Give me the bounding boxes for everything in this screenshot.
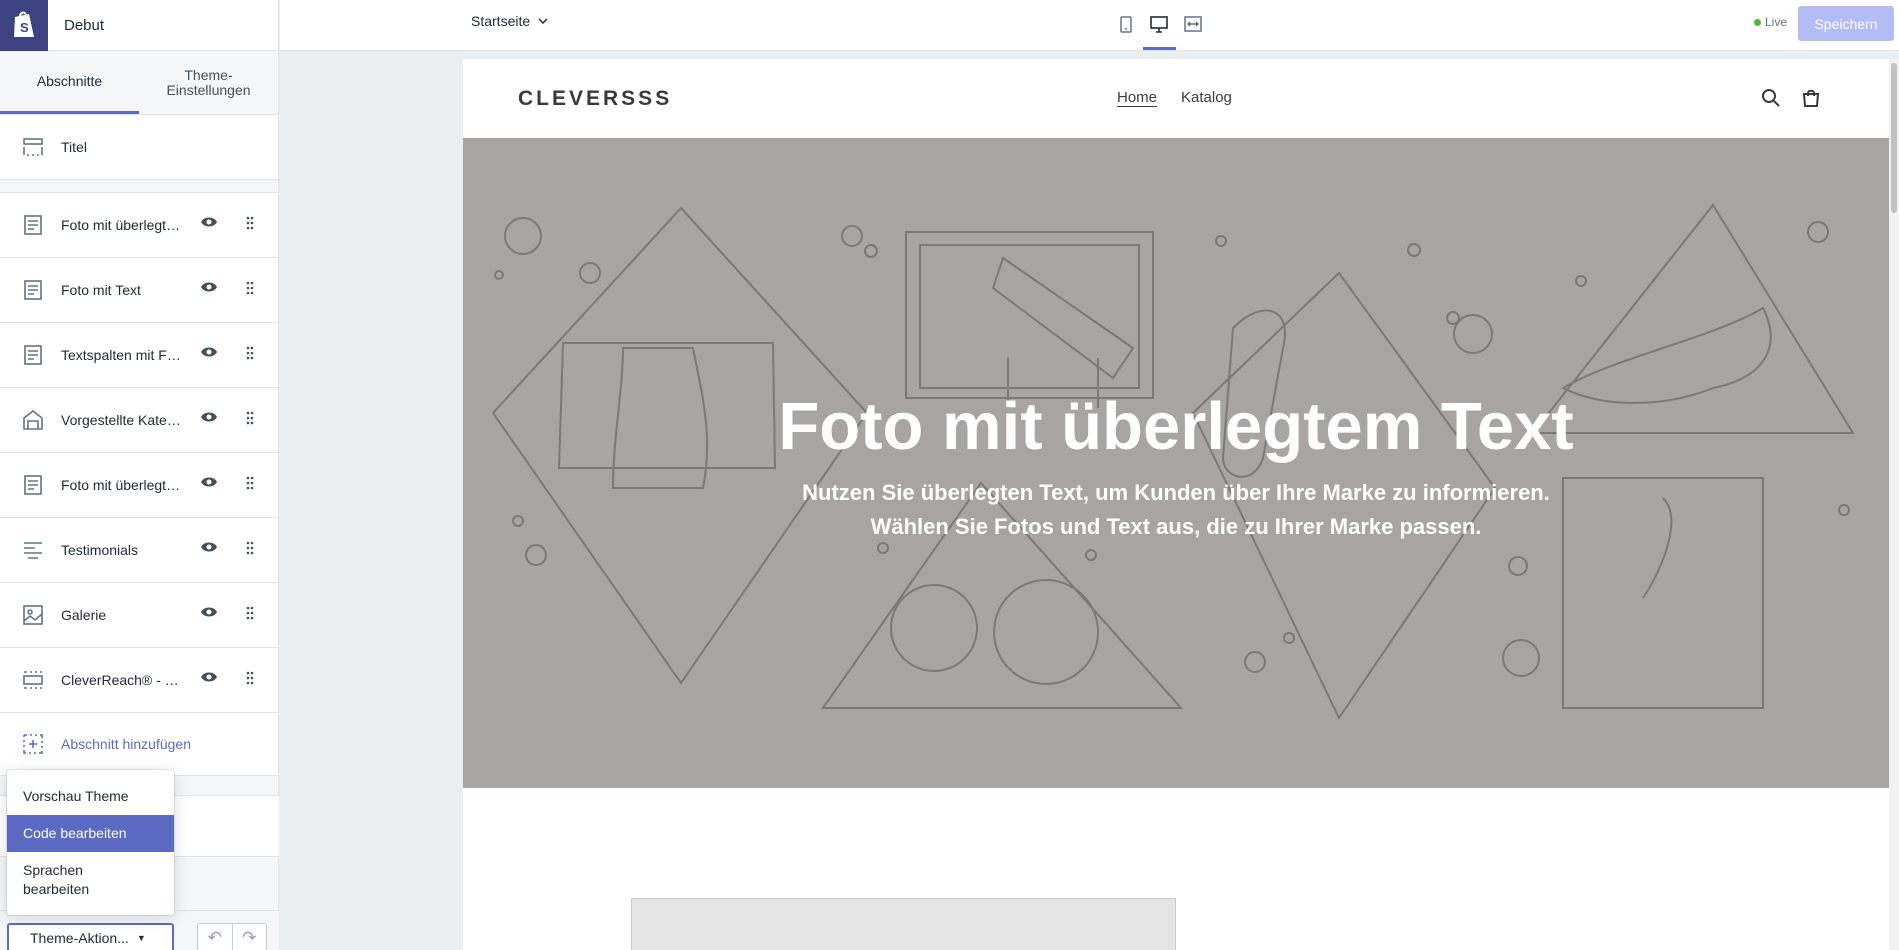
live-status-label: Live: [1765, 15, 1788, 29]
live-status: Live: [1754, 15, 1787, 29]
sidebar-item-label: Textspalten mit Fotos: [61, 347, 186, 363]
sidebar-item-label: Foto mit überlegtem Text: [61, 477, 186, 493]
text-block-icon: [20, 345, 46, 365]
visibility-eye-icon[interactable]: [200, 670, 218, 688]
header-section-icon: [20, 138, 46, 156]
sidebar-section-item[interactable]: Foto mit überlegtem Text: [0, 193, 278, 258]
storefront-preview: CLEVERSSS Home Katalog Foto mit überlegt…: [463, 59, 1889, 950]
drag-handle-icon[interactable]: [246, 476, 254, 495]
preview-scrollbar[interactable]: [1889, 59, 1899, 950]
redo-icon[interactable]: ↷: [231, 924, 267, 950]
footer-section-icon: [20, 671, 46, 689]
add-section-button[interactable]: Abschnitt hinzufügen: [0, 713, 278, 776]
menu-item-preview-theme[interactable]: Vorschau Theme: [7, 778, 174, 815]
scrollbar-thumb[interactable]: [1891, 63, 1897, 213]
drag-handle-icon[interactable]: [246, 216, 254, 235]
shop-nav: Home Katalog: [1117, 89, 1232, 106]
desktop-view-icon[interactable]: [1148, 13, 1170, 35]
undo-icon[interactable]: ↶: [198, 924, 232, 950]
sidebar-section-item[interactable]: Testimonials: [0, 518, 278, 583]
sidebar-section-item[interactable]: CleverReach® - Signup: [0, 648, 278, 713]
visibility-eye-icon[interactable]: [200, 345, 218, 363]
tab-theme-settings-label: Theme- Einstellungen: [166, 66, 251, 98]
divider: [0, 180, 278, 193]
visibility-eye-icon[interactable]: [200, 215, 218, 233]
nav-home[interactable]: Home: [1117, 89, 1157, 106]
visibility-eye-icon[interactable]: [200, 605, 218, 623]
sidebar-item-label: Vorgestellte Kategorie: [61, 412, 186, 428]
testimonials-icon: [20, 541, 46, 559]
page-selector[interactable]: Startseite: [471, 13, 548, 29]
fullwidth-view-icon[interactable]: [1182, 13, 1204, 35]
sidebar-item-label: Testimonials: [61, 542, 139, 558]
sidebar-section-item[interactable]: Textspalten mit Fotos: [0, 323, 278, 388]
theme-actions-label: Theme-Aktion...: [30, 930, 129, 946]
sidebar-section-item[interactable]: Galerie: [0, 583, 278, 648]
nav-catalog[interactable]: Katalog: [1181, 89, 1232, 106]
hero-subtitle-line: Nutzen Sie überlegten Text, um Kunden üb…: [802, 480, 1550, 505]
sidebar-section-item[interactable]: Foto mit Text: [0, 258, 278, 323]
menu-item-edit-languages[interactable]: Sprachen bearbeiten: [7, 852, 174, 908]
active-view-indicator: [1143, 47, 1176, 50]
theme-name: Debut: [64, 16, 105, 34]
drag-handle-icon[interactable]: [246, 541, 254, 560]
tab-sections-label: Abschnitte: [36, 72, 103, 89]
theme-actions-dropdown: Vorschau Theme Code bearbeiten Sprachen …: [7, 770, 174, 915]
menu-item-edit-code[interactable]: Code bearbeiten: [7, 815, 174, 852]
text-block-icon: [20, 475, 46, 495]
save-button[interactable]: Speichern: [1798, 6, 1894, 41]
visibility-eye-icon[interactable]: [200, 280, 218, 298]
sidebar-item-label: Titel: [61, 139, 87, 155]
shop-logo[interactable]: CLEVERSSS: [518, 87, 672, 111]
theme-actions-button[interactable]: Theme-Aktion... ▼: [7, 923, 174, 950]
shopify-logo-icon[interactable]: S: [0, 0, 48, 51]
sidebar-section-item[interactable]: Foto mit überlegtem Text: [0, 453, 278, 518]
mobile-view-icon[interactable]: [1115, 13, 1137, 35]
chevron-down-icon: [538, 17, 548, 24]
sidebar-item-label: Foto mit Text: [61, 282, 141, 298]
drag-handle-icon[interactable]: [246, 671, 254, 690]
text-block-icon: [20, 215, 46, 235]
tab-theme-settings[interactable]: Theme- Einstellungen: [139, 51, 278, 114]
sidebar-tabs: Abschnitte Theme- Einstellungen: [0, 51, 278, 115]
image-placeholder: [631, 898, 1176, 950]
sidebar-section-item[interactable]: Vorgestellte Kategorie: [0, 388, 278, 453]
brand-bar: S Debut: [0, 0, 278, 51]
drag-handle-icon[interactable]: [246, 346, 254, 365]
drag-handle-icon[interactable]: [246, 606, 254, 625]
tab-sections[interactable]: Abschnitte: [0, 51, 139, 114]
status-dot-icon: [1754, 18, 1761, 26]
visibility-eye-icon[interactable]: [200, 540, 218, 558]
sidebar-item-label: Galerie: [61, 607, 107, 623]
hero-title: Foto mit überlegtem Text: [778, 389, 1574, 464]
hero-subtitle: Nutzen Sie überlegten Text, um Kunden üb…: [463, 476, 1889, 544]
search-icon[interactable]: [1761, 88, 1781, 108]
sidebar-item-label: Foto mit überlegtem Text: [61, 217, 186, 233]
image-icon: [20, 605, 46, 625]
drag-handle-icon[interactable]: [246, 411, 254, 430]
page-selector-label: Startseite: [471, 13, 531, 29]
top-bar: Startseite Live Speichern: [280, 0, 1899, 51]
undo-redo-group: ↶ ↷: [197, 923, 267, 950]
sidebar-item-label: CleverReach® - Signup: [61, 672, 186, 688]
visibility-eye-icon[interactable]: [200, 410, 218, 428]
hero-subtitle-line: Wählen Sie Fotos und Text aus, die zu Ih…: [870, 514, 1482, 539]
shop-header: CLEVERSSS Home Katalog: [463, 59, 1889, 138]
add-section-label: Abschnitt hinzufügen: [61, 736, 191, 752]
sidebar-item-header[interactable]: Titel: [0, 115, 278, 180]
collection-icon: [20, 410, 46, 430]
add-section-icon: [20, 734, 46, 754]
cart-icon[interactable]: [1801, 88, 1821, 108]
hero-banner[interactable]: Foto mit überlegtem Text Nutzen Sie über…: [463, 138, 1889, 788]
text-block-icon: [20, 280, 46, 300]
visibility-eye-icon[interactable]: [200, 475, 218, 493]
drag-handle-icon[interactable]: [246, 281, 254, 300]
svg-text:S: S: [20, 20, 29, 35]
shop-header-icons: [1761, 88, 1821, 108]
caret-down-icon: ▼: [136, 933, 146, 943]
